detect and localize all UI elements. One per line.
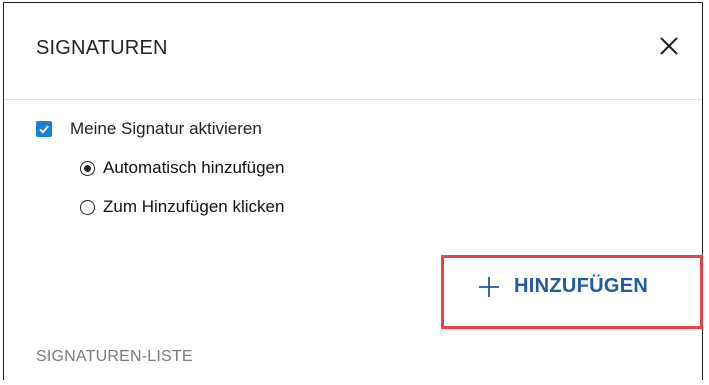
close-button[interactable] [654,31,684,61]
signatures-panel: SIGNATUREN Meine Signatur aktivieren Aut… [3,2,703,380]
panel-header: SIGNATUREN [4,3,702,100]
enable-signature-checkbox-row[interactable]: Meine Signatur aktivieren [36,119,262,139]
add-signature-button[interactable]: HINZUFÜGEN [478,275,648,298]
radio-button-click-to-add[interactable] [80,199,95,215]
radio-option-auto-add[interactable]: Automatisch hinzufügen [80,158,284,178]
close-icon [660,37,678,55]
radio-option-click-to-add[interactable]: Zum Hinzufügen klicken [80,197,284,217]
enable-signature-label: Meine Signatur aktivieren [70,119,262,138]
enable-signature-checkbox[interactable] [36,121,52,137]
add-button-label: HINZUFÜGEN [514,275,649,297]
radio-selected-dot [84,164,91,172]
checkmark-icon [39,125,49,134]
radio-label-auto-add: Automatisch hinzufügen [103,158,285,177]
radio-button-auto-add[interactable] [80,160,95,176]
plus-icon [479,276,499,297]
panel-title: SIGNATUREN [36,37,168,59]
radio-label-click-to-add: Zum Hinzufügen klicken [103,197,285,216]
signature-list-heading: SIGNATUREN-LISTE [36,348,193,365]
